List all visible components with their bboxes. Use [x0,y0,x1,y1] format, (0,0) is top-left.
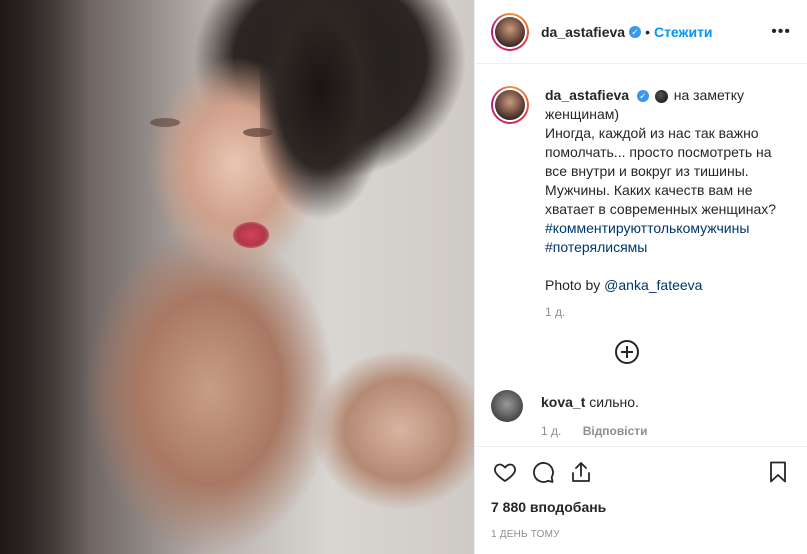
comment-timestamp[interactable]: 1 д. [541,424,561,438]
photo-credit-label: Photo by [545,277,601,293]
post-photo[interactable] [0,0,474,554]
comment-text: kova_t сильно. [541,394,648,410]
reply-button[interactable]: Відповісти [583,424,648,438]
caption-timestamp[interactable]: 1 д. [545,305,791,319]
commenter-avatar[interactable] [491,390,523,422]
post-header: da_astafieva ✓ • Стежити ••• [475,0,807,64]
heart-icon[interactable] [491,458,519,486]
photo-detail-eye [150,118,180,127]
caption-avatar-ring[interactable] [491,86,529,124]
verified-badge-icon: ✓ [636,90,649,103]
comment-icon[interactable] [529,458,557,486]
post-actions: 7 880 вподобань 1 ДЕНЬ ТОМУ [475,446,807,540]
hashtag-link[interactable]: #потерялисямы [545,239,647,255]
post-modal: da_astafieva ✓ • Стежити ••• da_astafiev… [0,0,807,554]
likes-count[interactable]: 7 880 вподобань [491,499,792,515]
hashtag-link[interactable]: #комментируюттолькомужчины [545,220,749,236]
photo-hair [260,0,390,250]
verified-badge-icon: ✓ [629,25,642,38]
photo-shadow [0,0,90,554]
post-caption: da_astafieva ✓ на заметку женщинам) Иног… [491,86,791,295]
caption-text: da_astafieva ✓ на заметку женщинам) Иног… [545,86,785,295]
comment-meta: 1 д. Відповісти [541,424,648,438]
caption-avatar[interactable] [493,88,527,122]
moon-emoji-icon [654,89,668,103]
author-avatar-ring[interactable] [491,12,529,51]
comment-item: kova_t сильно. 1 д. Відповісти [491,390,648,438]
caption-line-3: Мужчины. Каких качеств вам не хватает в … [545,182,777,217]
action-icons-row [491,457,792,487]
caption-line-2: Иногда, каждой из нас так важно помолчат… [545,125,772,179]
photo-detail-eye [243,128,273,137]
author-username[interactable]: da_astafieva [541,24,625,40]
comment-body: kova_t сильно. 1 д. Відповісти [541,394,648,438]
header-separator: • [645,23,650,40]
load-more-comments-icon[interactable] [615,340,639,364]
bookmark-icon[interactable] [764,458,792,486]
mention-link[interactable]: @anka_fateeva [604,277,702,293]
author-avatar[interactable] [493,14,527,49]
post-timestamp[interactable]: 1 ДЕНЬ ТОМУ [491,529,792,540]
share-icon[interactable] [567,458,595,486]
follow-button[interactable]: Стежити [654,24,713,40]
commenter-username[interactable]: kova_t [541,394,585,410]
post-sidebar: da_astafieva ✓ • Стежити ••• da_astafiev… [474,0,807,554]
comment-content: сильно. [589,394,639,410]
photo-detail-lips [233,222,269,248]
more-options-icon[interactable]: ••• [771,23,791,41]
caption-username[interactable]: da_astafieva [545,87,629,103]
